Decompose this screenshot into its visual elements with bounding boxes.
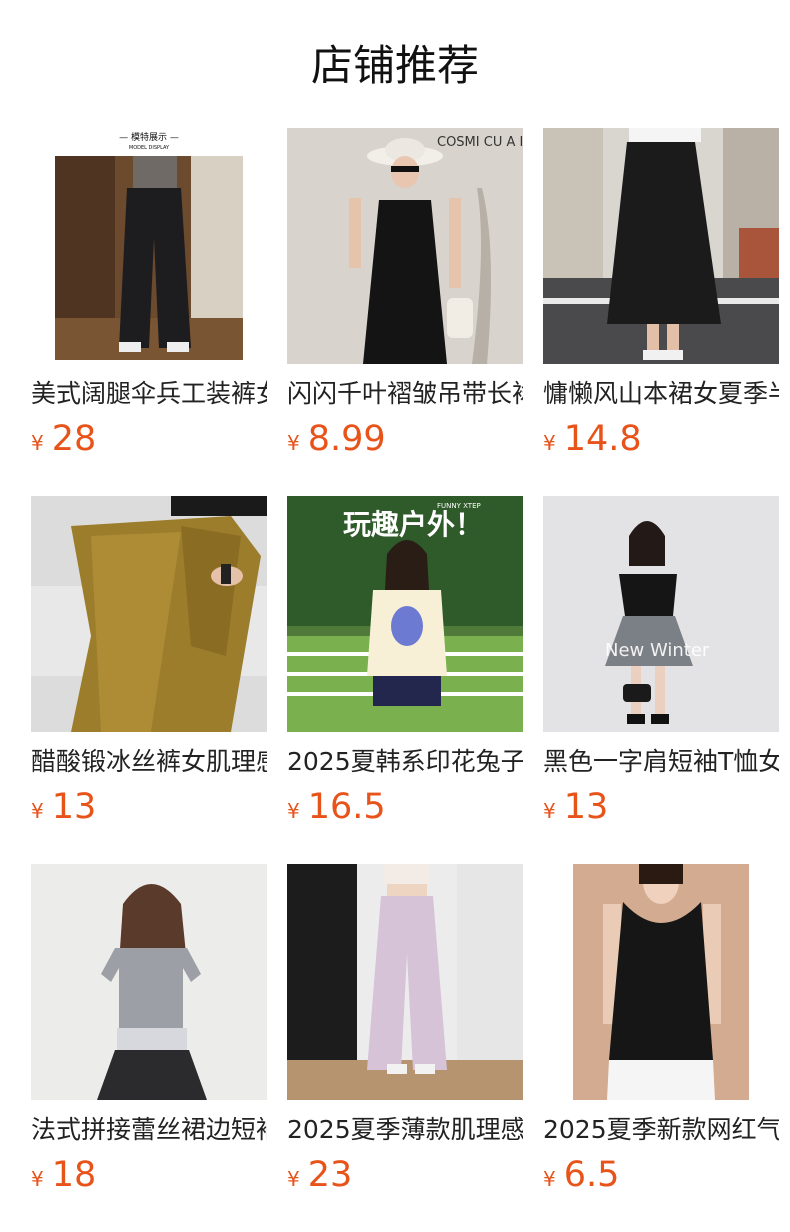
off-shoulder-top-photo: New Winter [543,496,779,732]
image-overlay-subtext: MODEL DISPLAY [129,145,170,151]
product-price: ¥23 [287,1150,523,1200]
product-name[interactable]: 2025夏季新款网红气质背心 [543,1110,779,1150]
black-cargo-pants-photo: — 模特展示 — MODEL DISPLAY [31,128,267,364]
price-value: 13 [563,787,609,827]
product-price: ¥18 [31,1150,267,1200]
lace-hem-tee-photo [31,864,267,1100]
product-price: ¥8.99 [287,414,523,464]
price-value: 23 [307,1155,353,1195]
bunny-print-tee-photo: 玩趣户外！ FUNNY XTEP [287,496,523,732]
product-name[interactable]: 美式阔腿伞兵工装裤女 [31,374,267,414]
sequin-tank-top-photo [543,864,779,1100]
currency-symbol: ¥ [287,1167,300,1191]
image-overlay-subtext: FUNNY XTEP [437,502,481,510]
product-name[interactable]: 2025夏季薄款肌理感阔腿裤 [287,1110,523,1150]
product-image[interactable] [287,864,523,1100]
currency-symbol: ¥ [543,1167,556,1191]
product-image[interactable]: COSMI CU A ION [287,128,523,364]
product-name[interactable]: 醋酸锻冰丝裤女肌理感 [31,742,267,782]
price-value: 28 [51,419,97,459]
image-overlay-text: 玩趣户外！ [343,508,483,541]
image-overlay-text: COSMI CU A ION [437,135,523,150]
olive-satin-pants-photo [31,496,267,732]
product-price: ¥28 [31,414,267,464]
product-name[interactable]: 黑色一字肩短袖T恤女 [543,742,779,782]
product-price: ¥16.5 [287,782,523,832]
currency-symbol: ¥ [31,799,44,823]
price-value: 6.5 [563,1155,620,1195]
product-name[interactable]: 2025夏韩系印花兔子T恤 [287,742,523,782]
currency-symbol: ¥ [287,431,300,455]
image-overlay-text: New Winter [605,640,710,661]
product-image[interactable] [543,128,779,364]
product-price: ¥13 [543,782,779,832]
product-price: ¥13 [31,782,267,832]
currency-symbol: ¥ [543,431,556,455]
page-title: 店铺推荐 [310,41,479,90]
currency-symbol: ¥ [31,431,44,455]
product-image[interactable]: — 模特展示 — MODEL DISPLAY [31,128,267,364]
product-image[interactable] [31,864,267,1100]
product-name[interactable]: 慵懒风山本裙女夏季半身裙 [543,374,779,414]
currency-symbol: ¥ [287,799,300,823]
price-value: 14.8 [563,419,642,459]
product-image[interactable] [543,864,779,1100]
product-image[interactable]: New Winter [543,496,779,732]
price-value: 16.5 [307,787,386,827]
currency-symbol: ¥ [543,799,556,823]
image-overlay-text: — 模特展示 — [119,131,179,143]
price-value: 18 [51,1155,97,1195]
product-name[interactable]: 法式拼接蕾丝裙边短袖T恤 [31,1110,267,1150]
black-midi-skirt-photo [543,128,779,364]
currency-symbol: ¥ [31,1167,44,1191]
product-price: ¥14.8 [543,414,779,464]
price-value: 8.99 [307,419,386,459]
product-image[interactable] [31,496,267,732]
black-slip-dress-photo: COSMI CU A ION [287,128,523,364]
product-price: ¥6.5 [543,1150,779,1200]
product-grid: — 模特展示 — MODEL DISPLAY 美式阔腿伞兵工装裤女 ¥28 CO… [31,128,790,1232]
lilac-wide-pants-photo [287,864,523,1100]
product-image[interactable]: 玩趣户外！ FUNNY XTEP [287,496,523,732]
price-value: 13 [51,787,97,827]
product-name[interactable]: 闪闪千叶褶皱吊带长裙 [287,374,523,414]
